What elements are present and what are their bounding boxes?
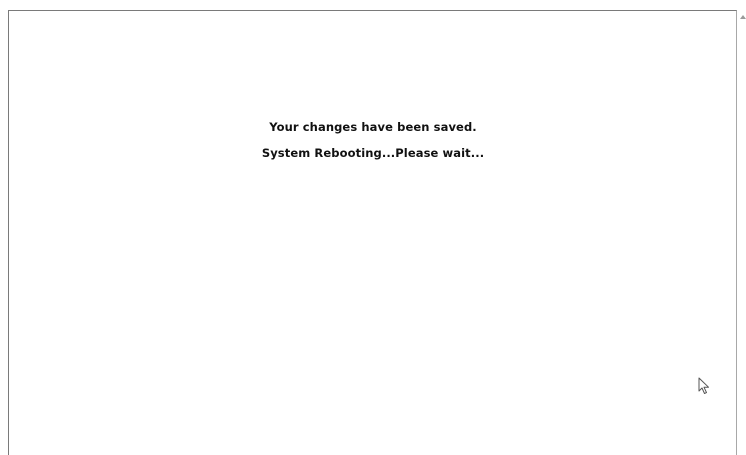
scroll-up-arrow-icon[interactable] [740,15,746,19]
content-frame [8,10,737,455]
mouse-pointer-icon [698,377,709,394]
changes-saved-message: Your changes have been saved. [269,120,477,134]
vertical-scrollbar[interactable] [737,10,746,455]
browser-viewport: Your changes have been saved. System Reb… [0,0,746,455]
rebooting-message: System Rebooting...Please wait... [261,146,485,160]
